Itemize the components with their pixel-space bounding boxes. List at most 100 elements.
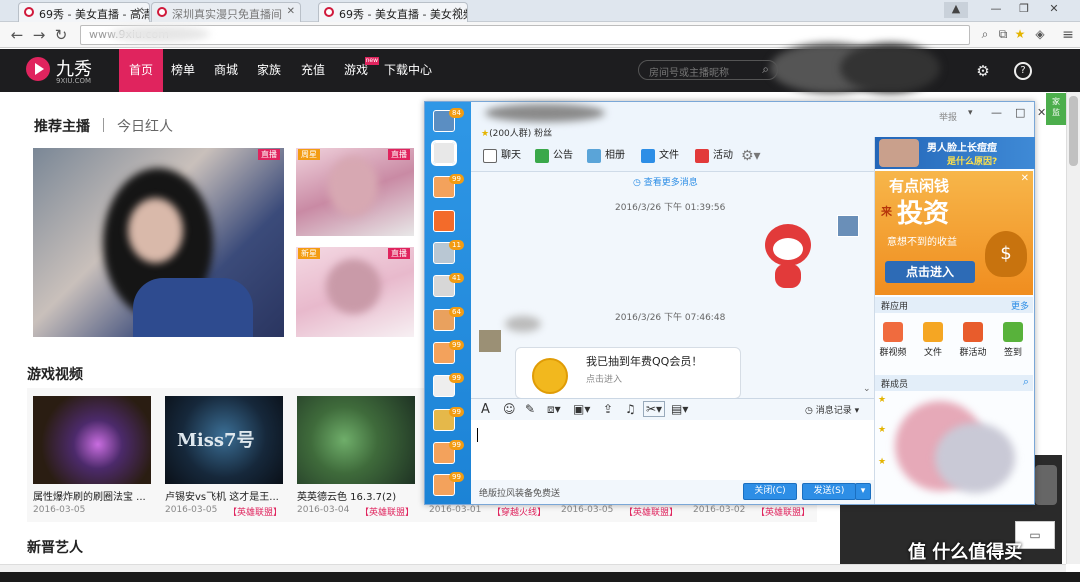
video-category-tag[interactable]: 【英雄联盟】 [228, 505, 282, 518]
send-button[interactable]: 发送(S) [802, 483, 856, 500]
video-thumbnail[interactable]: Miss7号 [165, 396, 283, 484]
more-tools-gear-icon[interactable]: ⚙▾ [741, 146, 761, 166]
forward-icon[interactable]: → [30, 26, 48, 44]
qq-minimize-icon[interactable]: — [991, 106, 1002, 119]
close-tab-icon[interactable]: ✕ [136, 6, 144, 17]
tool-announcement[interactable]: 公告 [535, 146, 573, 166]
tool-album[interactable]: 相册 [587, 146, 625, 166]
emoji-icon[interactable]: ☺ [503, 402, 516, 416]
group-member-list[interactable]: ★ ★ ★ [875, 393, 1033, 503]
video-title[interactable]: 属性爆炸刷的刷圈法宝 ... [33, 488, 151, 503]
scrollbar-thumb[interactable] [1069, 96, 1078, 166]
browser-tab[interactable]: 深圳真实漫只免直播间 ✕ [151, 2, 301, 22]
send-options-chevron-icon[interactable]: ▾ [855, 483, 871, 500]
close-ad-icon[interactable]: ✕ [1021, 173, 1029, 184]
help-icon[interactable]: ? [1014, 62, 1032, 80]
ad2-enter-button[interactable]: 点击进入 [885, 261, 975, 283]
nav-recharge[interactable]: 充值 [296, 49, 330, 92]
promo-hint-link[interactable]: 绝版拉风装备免费送 [479, 486, 560, 499]
tool-activity[interactable]: 活动 [695, 146, 733, 166]
streamer-thumbnail[interactable]: 直播 周星 [296, 148, 414, 236]
side-float-tab[interactable]: 家监 [1046, 93, 1066, 125]
apps-more-link[interactable]: 更多 [1011, 299, 1029, 312]
nav-home[interactable]: 首页 [119, 49, 163, 92]
face-blur [328, 156, 378, 216]
screenshot-icon[interactable]: ⧈▾ [547, 402, 561, 417]
video-category-tag[interactable]: 【英雄联盟】 [360, 505, 414, 518]
sender-avatar[interactable] [837, 215, 859, 237]
extension-icon[interactable]: ◈ [1032, 27, 1048, 43]
video-thumbnail[interactable] [297, 396, 415, 484]
magic-icon[interactable]: ✎ [525, 402, 535, 416]
qq-vip-card-message[interactable]: 我已抽到年费QQ会员！ 点击进入 [515, 347, 741, 399]
back-icon[interactable]: ← [8, 26, 26, 44]
group-video-icon[interactable] [883, 322, 903, 342]
video-title[interactable]: 卢锡安vs飞机 这才是王... [165, 488, 283, 503]
video-thumbnail[interactable] [33, 396, 151, 484]
close-tab-icon[interactable]: ✕ [287, 6, 295, 17]
site-logo[interactable]: 九秀 9XIU.COM [26, 55, 106, 87]
close-tab-icon[interactable]: ✕ [454, 6, 462, 17]
next-arrow-button[interactable] [1035, 465, 1057, 505]
video-title[interactable]: 英英德云色 16.3.7(2) [297, 488, 415, 503]
nav-rankings[interactable]: 榜单 [166, 49, 200, 92]
vertical-scrollbar[interactable] [1066, 92, 1080, 564]
maximize-icon[interactable]: ❐ [1012, 2, 1036, 18]
menu-icon[interactable]: ≡ [1060, 27, 1076, 43]
message-history-button[interactable]: ◷ 消息记录 ▾ [805, 403, 859, 416]
search-icon[interactable]: ⌕ [762, 62, 769, 77]
ad-banner-invest[interactable]: ✕ 有点闲钱 来 投资 意想不到的收益 $ 点击进入 [875, 171, 1033, 295]
bookmark-star-icon[interactable]: ★ [1012, 27, 1028, 43]
nav-games[interactable]: 游戏 new [339, 49, 379, 92]
close-window-icon[interactable]: ✕ [1042, 2, 1066, 18]
app-label-group-video[interactable]: 群视频 [875, 345, 911, 358]
qq-close-icon[interactable]: ✕ [1037, 106, 1046, 119]
group-activity-icon[interactable] [963, 322, 983, 342]
view-more-link[interactable]: ◷ 查看更多消息 [633, 175, 698, 188]
nav-download[interactable]: 下载中心 [384, 49, 432, 92]
featured-streamer-thumbnail[interactable]: 直播 [33, 148, 284, 337]
member-search-icon[interactable]: ⌕ [1023, 375, 1029, 389]
ad-banner-acne[interactable]: 男人脸上长痘痘 是什么原因? [875, 137, 1035, 169]
tool-chat[interactable]: 聊天 [483, 146, 521, 166]
nav-shop[interactable]: 商城 [209, 49, 243, 92]
music-icon[interactable]: ♫ [625, 402, 636, 416]
streamer-thumbnail[interactable]: 直播 新星 [296, 247, 414, 337]
video-category-tag[interactable]: 【穿越火线】 [492, 505, 546, 518]
font-icon[interactable]: A [481, 402, 490, 417]
conversation-avatar-selected[interactable] [431, 140, 457, 166]
settings-gear-icon[interactable]: ⚙ [974, 62, 992, 80]
room-search-input[interactable]: 房间号或主播昵称 ⌕ [638, 60, 778, 80]
scroll-down-icon[interactable]: ⌄ [863, 384, 871, 394]
tool-files[interactable]: 文件 [641, 146, 679, 166]
image-icon[interactable]: ▣▾ [573, 402, 590, 416]
reload-icon[interactable]: ↻ [52, 26, 70, 44]
horizontal-scrollbar[interactable] [0, 564, 1066, 572]
translate-icon[interactable]: ⧉ [995, 27, 1011, 43]
qq-maximize-icon[interactable]: □ [1015, 106, 1025, 119]
nav-family[interactable]: 家族 [252, 49, 286, 92]
video-category-tag[interactable]: 【英雄联盟】 [624, 505, 678, 518]
user-icon[interactable]: ▲ [944, 2, 968, 18]
dropdown-icon[interactable]: ▾ [968, 108, 973, 118]
minimize-icon[interactable]: — [984, 2, 1008, 18]
app-label-files[interactable]: 文件 [915, 345, 951, 358]
zoom-icon[interactable]: ⌕ [977, 27, 993, 43]
address-bar[interactable]: www.9xiu.com [80, 25, 970, 45]
app-files-icon[interactable] [923, 322, 943, 342]
checkin-icon[interactable] [1003, 322, 1023, 342]
browser-tab-active[interactable]: 69秀 - 美女直播 - 高清视频 ✕ [18, 2, 150, 22]
upload-icon[interactable]: ⇪ [603, 402, 613, 416]
report-link[interactable]: 举报 [939, 110, 957, 123]
browser-tab[interactable]: 69秀 - 美女直播 - 美女视频 ✕ [318, 2, 468, 22]
scissors-icon[interactable]: ✂▾ [643, 401, 666, 417]
message-input[interactable] [471, 420, 875, 484]
tab-today-stars[interactable]: 今日红人 [117, 116, 173, 136]
shake-icon[interactable]: ▤▾ [671, 402, 688, 416]
conversation-avatar[interactable] [433, 210, 455, 232]
sender-avatar[interactable] [479, 330, 501, 352]
close-chat-button[interactable]: 关闭(C) [743, 483, 797, 500]
app-label-group-activity[interactable]: 群活动 [955, 345, 991, 358]
app-label-checkin[interactable]: 签到 [995, 345, 1031, 358]
video-category-tag[interactable]: 【英雄联盟】 [756, 505, 810, 518]
